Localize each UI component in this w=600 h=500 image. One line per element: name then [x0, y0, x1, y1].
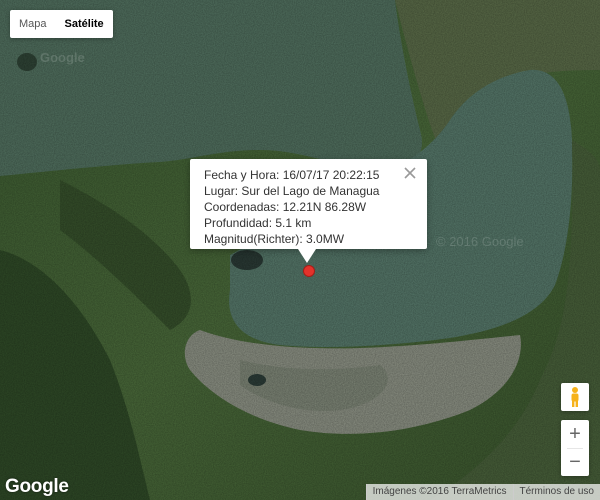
zoom-divider	[567, 448, 583, 449]
zoom-out-button[interactable]: −	[561, 448, 589, 476]
map-footer: Imágenes ©2016 TerraMetrics Términos de …	[365, 484, 600, 500]
google-logo[interactable]: Google	[5, 476, 69, 498]
close-icon[interactable]	[403, 166, 417, 180]
earthquake-marker[interactable]	[303, 265, 315, 277]
info-magnitude: Magnitud(Richter): 3.0MW	[204, 232, 345, 246]
map-type-map-button[interactable]: Mapa	[10, 10, 56, 38]
watermark-copyright: © 2016 Google	[436, 234, 524, 249]
map-canvas[interactable]: Google © 2016 Google Mapa Satélite Fecha…	[0, 0, 600, 500]
map-type-satellite-button[interactable]: Satélite	[56, 10, 113, 38]
zoom-control: + −	[561, 420, 589, 476]
watermark-google: Google	[40, 50, 85, 65]
terms-of-use-link[interactable]: Términos de uso	[512, 484, 600, 500]
info-datetime: Fecha y Hora: 16/07/17 20:22:15	[204, 168, 380, 182]
zoom-in-button[interactable]: +	[561, 420, 589, 448]
street-view-pegman-button[interactable]	[561, 383, 589, 411]
info-depth: Profundidad: 5.1 km	[204, 216, 312, 230]
info-location: Lugar: Sur del Lago de Managua	[204, 184, 380, 198]
map-type-control: Mapa Satélite	[10, 10, 113, 38]
pegman-icon	[571, 387, 579, 407]
info-window-tail	[298, 249, 316, 263]
info-coordinates: Coordenadas: 12.21N 86.28W	[204, 200, 367, 214]
imagery-attribution: Imágenes ©2016 TerraMetrics	[365, 484, 513, 500]
info-window: Fecha y Hora: 16/07/17 20:22:15 Lugar: S…	[190, 159, 427, 263]
